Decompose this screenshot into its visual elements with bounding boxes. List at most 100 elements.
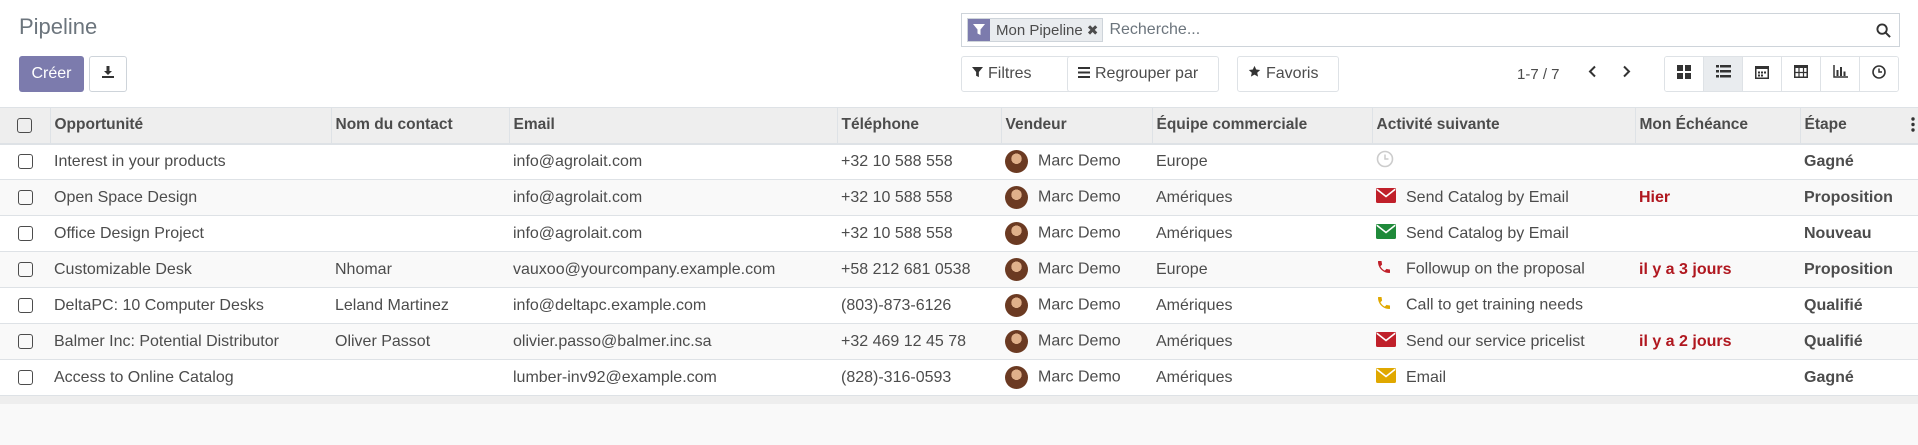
- download-button[interactable]: [89, 56, 127, 92]
- opportunity-cell[interactable]: Customizable Desk: [50, 252, 331, 288]
- row-checkbox-cell[interactable]: [0, 180, 50, 216]
- phone-icon[interactable]: [1376, 295, 1398, 316]
- column-header-opportunity[interactable]: Opportunité: [49, 107, 331, 145]
- table-row[interactable]: Interest in your products info@agrolait.c…: [0, 143, 1918, 180]
- contact-cell[interactable]: [331, 216, 509, 252]
- stage-cell[interactable]: Gagné: [1800, 360, 1918, 396]
- column-header-phone[interactable]: Téléphone: [836, 107, 1001, 145]
- deadline-cell[interactable]: il y a 3 jours: [1635, 252, 1800, 288]
- email-cell[interactable]: lumber-inv92@example.com: [509, 360, 837, 396]
- stage-cell[interactable]: Nouveau: [1800, 216, 1918, 252]
- salesperson-cell[interactable]: Marc Demo: [1001, 360, 1152, 396]
- salesperson-cell[interactable]: Marc Demo: [1001, 288, 1152, 324]
- checkbox[interactable]: [17, 117, 33, 133]
- column-header-activity[interactable]: Activité suivante: [1371, 107, 1635, 145]
- checkbox[interactable]: [17, 261, 33, 277]
- row-checkbox-cell[interactable]: [0, 216, 50, 252]
- view-kanban-button[interactable]: [1665, 57, 1704, 91]
- deadline-cell[interactable]: [1635, 144, 1800, 180]
- checkbox[interactable]: [17, 333, 33, 349]
- team-cell[interactable]: Amériques: [1152, 324, 1372, 360]
- team-cell[interactable]: Europe: [1152, 144, 1372, 180]
- view-graph-button[interactable]: [1821, 57, 1860, 91]
- email-cell[interactable]: olivier.passo@balmer.inc.sa: [509, 324, 837, 360]
- opportunity-cell[interactable]: Office Design Project: [50, 216, 331, 252]
- opportunity-cell[interactable]: Interest in your products: [50, 144, 331, 180]
- column-header-deadline[interactable]: Mon Échéance: [1634, 107, 1800, 145]
- contact-cell[interactable]: [331, 180, 509, 216]
- team-cell[interactable]: Amériques: [1152, 180, 1372, 216]
- row-checkbox-cell[interactable]: [0, 324, 50, 360]
- activity-cell[interactable]: Send our service pricelist: [1372, 324, 1635, 360]
- stage-cell[interactable]: Gagné: [1800, 144, 1918, 180]
- checkbox[interactable]: [17, 189, 33, 205]
- column-header-salesperson[interactable]: Vendeur: [1000, 107, 1152, 145]
- deadline-cell[interactable]: [1635, 288, 1800, 324]
- deadline-cell[interactable]: [1635, 360, 1800, 396]
- checkbox[interactable]: [17, 369, 33, 385]
- email-cell[interactable]: vauxoo@yourcompany.example.com: [509, 252, 837, 288]
- activity-cell[interactable]: Call to get training needs: [1372, 288, 1635, 324]
- table-row[interactable]: Customizable Desk Nhomar vauxoo@yourcompan…: [0, 251, 1918, 288]
- column-header-contact[interactable]: Nom du contact: [330, 107, 509, 145]
- column-header-team[interactable]: Équipe commerciale: [1151, 107, 1372, 145]
- envelope-icon[interactable]: [1376, 367, 1398, 388]
- stage-cell[interactable]: Qualifié: [1800, 288, 1918, 324]
- phone-cell[interactable]: +32 10 588 558: [837, 144, 1001, 180]
- filters-button[interactable]: Filtres: [961, 56, 1083, 92]
- opportunity-cell[interactable]: Access to Online Catalog: [50, 360, 331, 396]
- opportunity-cell[interactable]: DeltaPC: 10 Computer Desks: [50, 288, 331, 324]
- salesperson-cell[interactable]: Marc Demo: [1001, 180, 1152, 216]
- view-list-button[interactable]: [1704, 57, 1743, 91]
- salesperson-cell[interactable]: Marc Demo: [1001, 324, 1152, 360]
- phone-cell[interactable]: +32 469 12 45 78: [837, 324, 1001, 360]
- phone-cell[interactable]: (828)-316-0593: [837, 360, 1001, 396]
- phone-icon[interactable]: [1376, 259, 1398, 280]
- table-row[interactable]: DeltaPC: 10 Computer Desks Leland Martine…: [0, 287, 1918, 324]
- checkbox[interactable]: [17, 297, 33, 313]
- activity-cell[interactable]: Send Catalog by Email: [1372, 180, 1635, 216]
- group-by-button[interactable]: Regrouper par: [1067, 56, 1219, 92]
- optional-columns-icon[interactable]: [1911, 117, 1915, 137]
- checkbox[interactable]: [17, 154, 33, 170]
- select-all-checkbox[interactable]: [0, 107, 50, 145]
- email-cell[interactable]: info@agrolait.com: [509, 216, 837, 252]
- deadline-cell[interactable]: Hier: [1635, 180, 1800, 216]
- opportunity-cell[interactable]: Open Space Design: [50, 180, 331, 216]
- facet-remove-icon[interactable]: ✖: [1087, 22, 1103, 39]
- deadline-cell[interactable]: [1635, 216, 1800, 252]
- activity-cell[interactable]: Followup on the proposal: [1372, 252, 1635, 288]
- phone-cell[interactable]: +32 10 588 558: [837, 180, 1001, 216]
- view-calendar-button[interactable]: [1743, 57, 1782, 91]
- team-cell[interactable]: Europe: [1152, 252, 1372, 288]
- column-header-stage[interactable]: Étape: [1799, 107, 1918, 145]
- search-icon[interactable]: [1867, 14, 1899, 46]
- team-cell[interactable]: Amériques: [1152, 216, 1372, 252]
- checkbox[interactable]: [17, 225, 33, 241]
- phone-cell[interactable]: (803)-873-6126: [837, 288, 1001, 324]
- clock-icon[interactable]: [1376, 150, 1398, 173]
- row-checkbox-cell[interactable]: [0, 360, 50, 396]
- email-cell[interactable]: info@agrolait.com: [509, 144, 837, 180]
- email-cell[interactable]: info@agrolait.com: [509, 180, 837, 216]
- envelope-icon[interactable]: [1376, 331, 1398, 352]
- contact-cell[interactable]: Nhomar: [331, 252, 509, 288]
- salesperson-cell[interactable]: Marc Demo: [1001, 144, 1152, 180]
- favorites-button[interactable]: Favoris: [1237, 56, 1339, 92]
- envelope-icon[interactable]: [1376, 187, 1398, 208]
- team-cell[interactable]: Amériques: [1152, 288, 1372, 324]
- row-checkbox-cell[interactable]: [0, 288, 50, 324]
- activity-cell[interactable]: [1372, 144, 1635, 180]
- phone-cell[interactable]: +58 212 681 0538: [837, 252, 1001, 288]
- pager-next-button[interactable]: [1614, 62, 1638, 86]
- email-cell[interactable]: info@deltapc.example.com: [509, 288, 837, 324]
- search-input[interactable]: [1103, 20, 1867, 40]
- contact-cell[interactable]: Leland Martinez: [331, 288, 509, 324]
- view-activity-button[interactable]: [1860, 57, 1898, 91]
- envelope-icon[interactable]: [1376, 223, 1398, 244]
- table-row[interactable]: Office Design Project info@agrolait.com +3…: [0, 215, 1918, 252]
- table-row[interactable]: Open Space Design info@agrolait.com +32 10…: [0, 179, 1918, 216]
- activity-cell[interactable]: Email: [1372, 360, 1635, 396]
- contact-cell[interactable]: [331, 144, 509, 180]
- activity-cell[interactable]: Send Catalog by Email: [1372, 216, 1635, 252]
